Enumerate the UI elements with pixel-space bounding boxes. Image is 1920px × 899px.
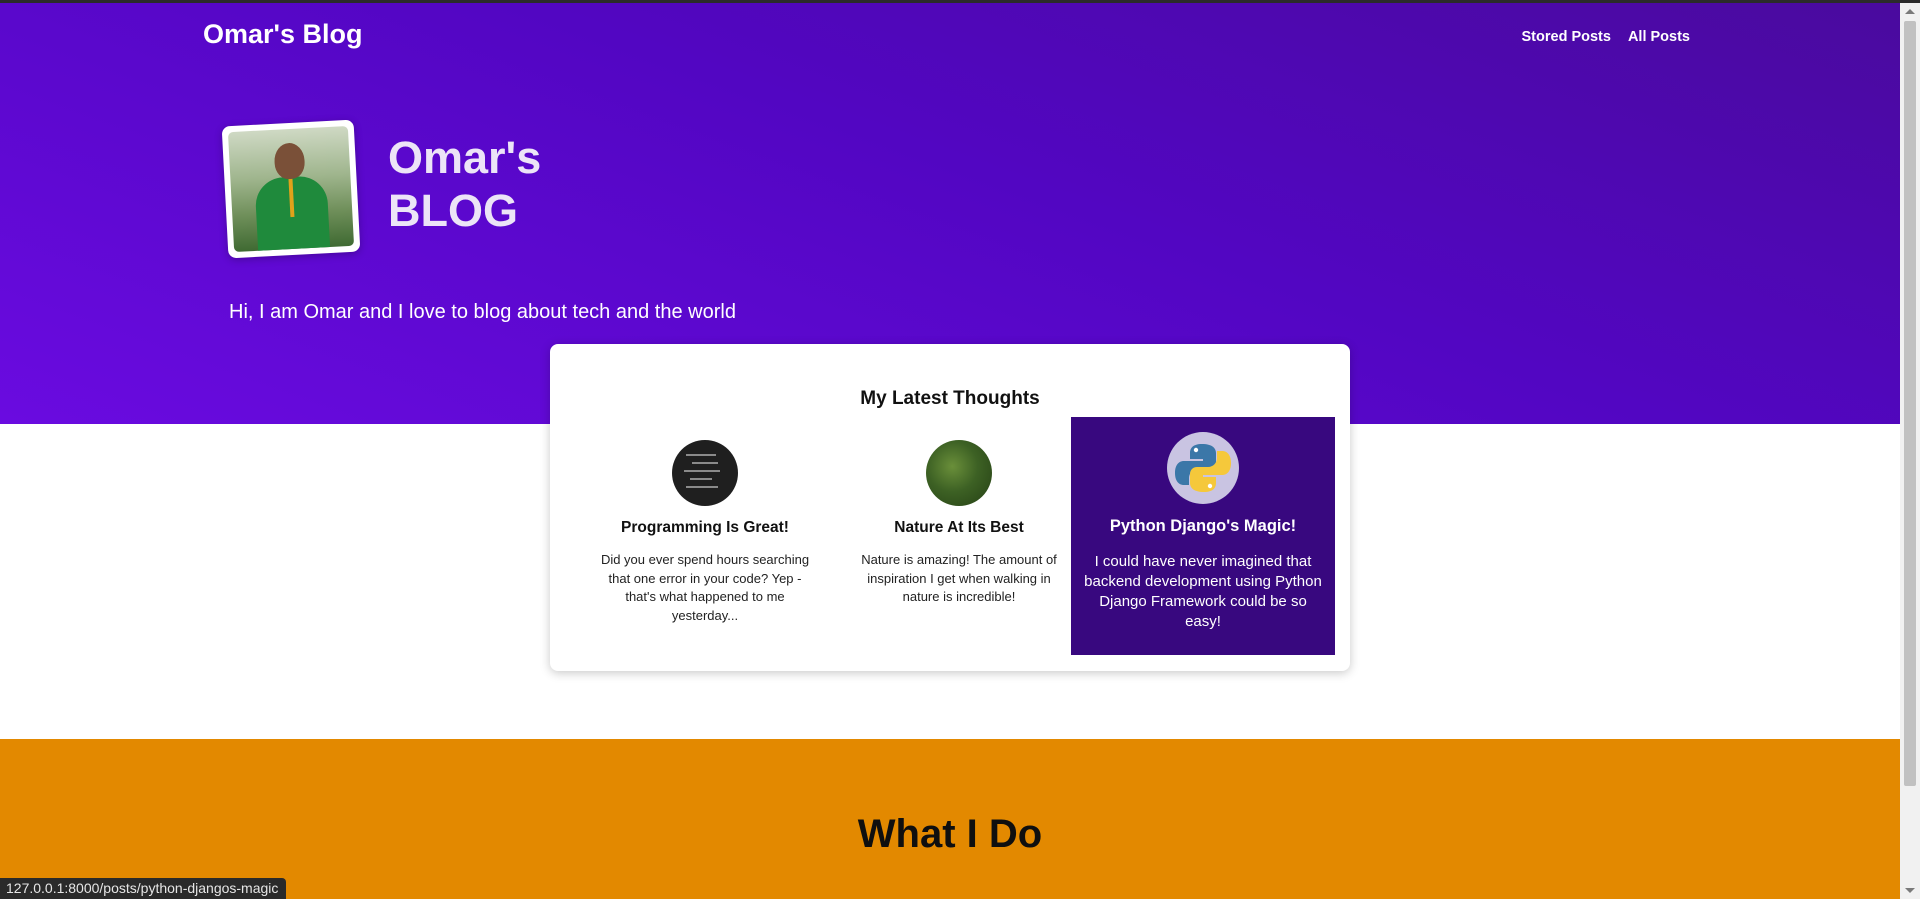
nav-link-stored-posts[interactable]: Stored Posts xyxy=(1522,29,1611,45)
post-card-python-django[interactable]: Python Django's Magic! I could have neve… xyxy=(1071,417,1335,655)
scrollbar-thumb[interactable] xyxy=(1904,21,1916,786)
post-excerpt: I could have never imagined that backend… xyxy=(1084,553,1322,630)
author-photo xyxy=(227,125,355,253)
page: Omar's Blog Stored Posts All Posts Omar'… xyxy=(0,0,1920,899)
nav-link-all-posts[interactable]: All Posts xyxy=(1628,29,1690,45)
vertical-scrollbar[interactable] xyxy=(1900,3,1920,899)
post-card-programming[interactable]: Programming Is Great! Did you ever spend… xyxy=(574,417,836,655)
post-card-nature[interactable]: Nature At Its Best Nature is amazing! Th… xyxy=(828,417,1090,655)
code-image xyxy=(672,440,738,506)
scroll-down-icon[interactable] xyxy=(1905,888,1915,893)
post-title: Programming Is Great! xyxy=(621,519,789,536)
nature-image xyxy=(926,440,992,506)
site-brand-link[interactable]: Omar's Blog xyxy=(203,19,362,50)
what-i-do-heading: What I Do xyxy=(857,812,1043,856)
hero-title: Omar's BLOG xyxy=(388,131,541,237)
scroll-up-icon[interactable] xyxy=(1905,9,1915,14)
what-i-do-section: What I Do xyxy=(0,739,1900,899)
latest-posts-card: My Latest Thoughts Programming Is Great!… xyxy=(550,344,1350,671)
post-title: Nature At Its Best xyxy=(894,519,1024,536)
latest-posts-heading: My Latest Thoughts xyxy=(860,388,1040,409)
post-excerpt: Nature is amazing! The amount of inspira… xyxy=(861,552,1057,604)
python-logo-icon xyxy=(1167,432,1239,504)
hero-tagline: Hi, I am Omar and I love to blog about t… xyxy=(229,301,736,323)
link-status-bar: 127.0.0.1:8000/posts/python-djangos-magi… xyxy=(0,878,287,899)
hero-title-line2: BLOG xyxy=(388,185,518,236)
post-excerpt: Did you ever spend hours searching that … xyxy=(600,552,810,623)
hero-title-line1: Omar's xyxy=(388,132,542,183)
post-title: Python Django's Magic! xyxy=(1109,517,1297,535)
main-nav: Stored Posts All Posts xyxy=(1522,29,1690,45)
author-avatar xyxy=(221,119,361,259)
